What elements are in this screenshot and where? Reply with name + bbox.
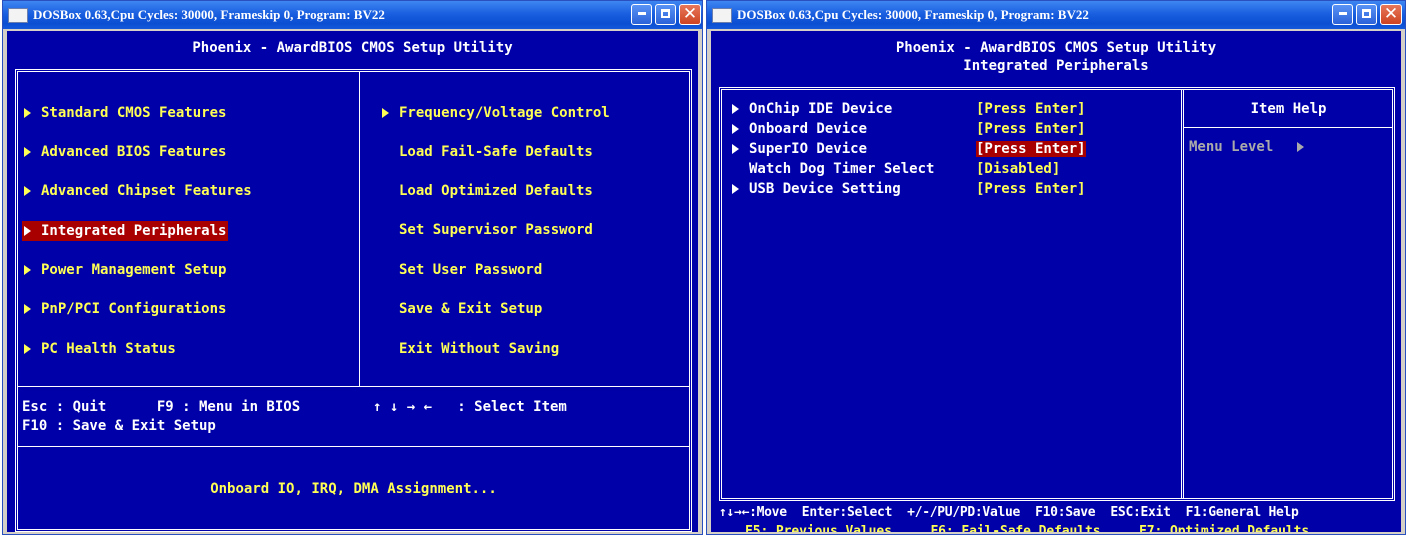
minimize-button[interactable]	[631, 4, 652, 25]
submenu-arrow-icon	[24, 226, 31, 236]
submenu-arrow-icon	[382, 108, 389, 118]
setting-value-usb-device[interactable]: [Press Enter]	[976, 179, 1086, 199]
minimize-icon	[632, 12, 651, 15]
menu-item-user-password[interactable]: Set User Password	[399, 261, 542, 279]
close-icon: ✕	[1383, 4, 1399, 24]
menu-item-integrated-peripherals[interactable]: Integrated Peripherals	[22, 221, 229, 241]
menu-level-label: Menu Level	[1189, 139, 1314, 155]
menu-item-power-management[interactable]: Power Management Setup	[24, 261, 226, 279]
footer-keys-line2: F5: Previous Values F6: Fail-Safe Defaul…	[745, 524, 1310, 532]
menu-item-advanced-bios[interactable]: Advanced BIOS Features	[24, 143, 226, 161]
menu-item-exit-without-saving[interactable]: Exit Without Saving	[399, 340, 559, 358]
menu-item-advanced-chipset[interactable]: Advanced Chipset Features	[24, 182, 252, 200]
help-divider-inner	[1183, 89, 1184, 499]
setting-value-onboard-device[interactable]: [Press Enter]	[976, 119, 1086, 139]
menu-item-supervisor-password[interactable]: Set Supervisor Password	[399, 221, 593, 239]
setting-row-onchip-ide[interactable]: OnChip IDE Device	[732, 99, 892, 119]
bios-screen: Phoenix - AwardBIOS CMOS Setup Utility S…	[7, 31, 698, 532]
setting-row-superio-device[interactable]: SuperIO Device	[732, 139, 867, 159]
setting-row-usb-device[interactable]: USB Device Setting	[732, 179, 901, 199]
menu-item-save-exit[interactable]: Save & Exit Setup	[399, 300, 542, 318]
maximize-button[interactable]	[1356, 4, 1377, 25]
menu-item-frequency-voltage[interactable]: Frequency/Voltage Control	[382, 104, 610, 122]
key-help-arrows: ↑ ↓ → ← : Select Item	[373, 399, 567, 415]
submenu-arrow-icon	[24, 344, 31, 354]
submenu-arrow-icon	[24, 147, 31, 157]
minimize-icon	[1333, 12, 1352, 15]
window-title: DOSBox 0.63,Cpu Cycles: 30000, Frameskip…	[33, 7, 385, 22]
menu-item-pnp-pci[interactable]: PnP/PCI Configurations	[24, 300, 226, 318]
column-divider	[359, 71, 360, 386]
bios-header: Phoenix - AwardBIOS CMOS Setup Utility	[192, 40, 513, 56]
bios-screen: Phoenix - AwardBIOS CMOS Setup Utility I…	[711, 31, 1401, 532]
window-titlebar[interactable]: DOSBox 0.63,Cpu Cycles: 30000, Frameskip…	[707, 1, 1405, 29]
bios-header: Phoenix - AwardBIOS CMOS Setup Utility	[895, 40, 1217, 56]
submenu-arrow-icon	[24, 265, 31, 275]
maximize-icon	[656, 5, 675, 18]
window-title: DOSBox 0.63,Cpu Cycles: 30000, Frameskip…	[737, 7, 1089, 22]
setting-row-watchdog-timer[interactable]: Watch Dog Timer Select	[749, 159, 934, 179]
submenu-arrow-icon	[732, 124, 739, 134]
setting-value-superio-device[interactable]: [Press Enter]	[976, 139, 1086, 159]
window-titlebar[interactable]: DOSBox 0.63,Cpu Cycles: 30000, Frameskip…	[3, 1, 702, 29]
key-help-line2: F10 : Save & Exit Setup	[22, 418, 216, 434]
submenu-arrow-icon	[732, 104, 739, 114]
setting-value-watchdog-timer[interactable]: [Disabled]	[976, 159, 1060, 179]
submenu-arrow-icon	[732, 144, 739, 154]
menu-separator	[17, 386, 690, 387]
submenu-arrow-icon	[24, 108, 31, 118]
close-button[interactable]: ✕	[1380, 4, 1402, 25]
close-icon: ✕	[682, 4, 698, 24]
close-button[interactable]: ✕	[679, 4, 701, 25]
menu-level-arrow-icon	[1297, 142, 1305, 152]
help-divider	[1181, 89, 1182, 499]
menu-item-load-fail-safe[interactable]: Load Fail-Safe Defaults	[399, 143, 593, 161]
dosbox-window-left: DOSBox 0.63,Cpu Cycles: 30000, Frameskip…	[2, 0, 703, 535]
dosbox-app-icon[interactable]	[712, 8, 732, 23]
keys-separator	[17, 446, 690, 447]
dosbox-window-right: DOSBox 0.63,Cpu Cycles: 30000, Frameskip…	[706, 0, 1406, 535]
maximize-button[interactable]	[655, 4, 676, 25]
dosbox-app-icon[interactable]	[8, 8, 28, 23]
submenu-arrow-icon	[732, 184, 739, 194]
help-title-separator	[1184, 127, 1393, 128]
selected-value-highlight: [Press Enter]	[976, 141, 1086, 157]
bios-subheader: Integrated Peripherals	[963, 58, 1149, 74]
setting-row-onboard-device[interactable]: Onboard Device	[732, 119, 867, 139]
menu-item-load-optimized[interactable]: Load Optimized Defaults	[399, 182, 593, 200]
status-description: Onboard IO, IRQ, DMA Assignment...	[210, 481, 497, 497]
menu-item-pc-health[interactable]: PC Health Status	[24, 340, 176, 358]
setting-value-onchip-ide[interactable]: [Press Enter]	[976, 99, 1086, 119]
maximize-icon	[1357, 5, 1376, 18]
footer-keys-line1: ↑↓→←:Move Enter:Select +/-/PU/PD:Value F…	[719, 505, 1299, 520]
submenu-arrow-icon	[24, 304, 31, 314]
key-help-line1: Esc : Quit F9 : Menu in BIOS	[22, 399, 301, 415]
minimize-button[interactable]	[1332, 4, 1353, 25]
menu-item-standard-cmos[interactable]: Standard CMOS Features	[24, 104, 226, 122]
submenu-arrow-icon	[24, 186, 31, 196]
item-help-title: Item Help	[1250, 101, 1327, 117]
